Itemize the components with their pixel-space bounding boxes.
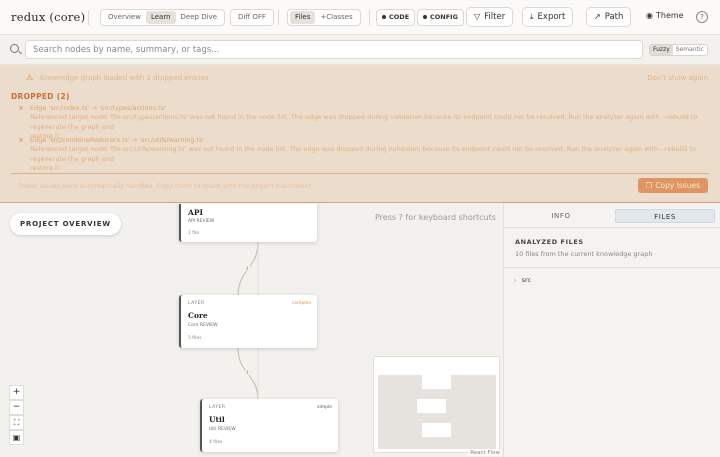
node-name: API <box>188 208 203 217</box>
node-name: Core <box>188 311 208 320</box>
search-mode-fuzzy[interactable]: Fuzzy <box>650 45 673 55</box>
node-subtitle: Util REVIEW <box>209 427 236 432</box>
node-name: Util <box>209 415 225 424</box>
funnel-icon: ▽ <box>474 12 481 21</box>
panel-tabs: INFO FILES <box>504 204 720 228</box>
file-tree-item-src[interactable]: › src <box>514 276 531 284</box>
copy-icon: ❐ <box>645 181 653 190</box>
dropped-heading: DROPPED (2) <box>11 92 70 101</box>
search-bar: Fuzzy Semantic <box>0 35 720 65</box>
help-button[interactable]: ? <box>696 11 708 23</box>
export-button[interactable]: ⤓ Export <box>522 7 574 27</box>
top-toolbar: redux (core) Overview Learn Deep Dive Di… <box>0 0 720 35</box>
diff-toggle[interactable]: Diff OFF <box>230 9 274 26</box>
node-layer: LAYER <box>209 405 226 410</box>
divider <box>88 10 89 25</box>
path-button-label: Path <box>604 12 624 22</box>
issues-footer: These issues were automatically handled.… <box>18 182 313 190</box>
tab-files[interactable]: FILES <box>615 209 715 223</box>
code-toggle-label: CODE <box>389 13 410 21</box>
theme-button[interactable]: ◉ Theme <box>646 11 684 20</box>
view-mode-overview[interactable]: Overview <box>103 11 146 24</box>
issues-heading: Knowledge graph loaded with 2 dropped en… <box>40 74 209 82</box>
search-mode-semantic[interactable]: Semantic <box>673 45 707 55</box>
close-icon: × <box>18 136 24 144</box>
edge-label: 4 <box>245 266 250 271</box>
node-file-count: 5 files <box>188 336 202 341</box>
granularity-files[interactable]: Files <box>290 11 316 24</box>
minimap-node <box>422 375 451 389</box>
theme-button-label: Theme <box>655 11 684 20</box>
palette-icon: ◉ <box>646 11 653 20</box>
download-icon: ⤓ <box>530 12 534 21</box>
config-toggle-label: CONFIG <box>430 13 458 21</box>
divider <box>278 10 279 25</box>
graph-node-core[interactable]: LAYER complex Core Core REVIEW 5 files <box>179 295 317 348</box>
side-panel: INFO FILES ANALYZED FILES 10 files from … <box>503 204 720 457</box>
divider <box>369 10 370 25</box>
tab-info[interactable]: INFO <box>514 209 608 223</box>
minimap-node <box>422 423 451 437</box>
fit-view-button[interactable]: ⛶ <box>9 415 24 430</box>
lock-button[interactable]: ▣ <box>9 430 24 445</box>
divider <box>11 173 709 174</box>
search-icon <box>10 44 19 53</box>
diff-toggle-label: Diff OFF <box>238 13 266 21</box>
issue-title: Edge 'src/combineReducers.ts' → 'src/uti… <box>30 136 205 144</box>
view-mode-deep-dive[interactable]: Deep Dive <box>176 11 222 24</box>
zoom-out-button[interactable]: − <box>9 400 24 415</box>
analyzed-files-title: ANALYZED FILES <box>515 238 584 246</box>
granularity-switcher: Files +Classes <box>287 9 361 26</box>
minimap[interactable] <box>373 356 500 453</box>
warning-icon: ⚠ <box>26 73 34 82</box>
graph-node-util[interactable]: LAYER simple Util Util REVIEW 4 files <box>200 399 338 452</box>
issue-detail: Referenced target node 'file:src/utils/w… <box>30 145 696 172</box>
filter-button[interactable]: ▽ Filter <box>466 7 514 27</box>
granularity-classes[interactable]: +Classes <box>315 11 357 24</box>
edge-label: 4 <box>245 370 250 375</box>
search-input[interactable] <box>25 40 643 59</box>
chevron-right-icon: › <box>514 276 517 284</box>
node-complexity-badge: complex <box>291 301 311 306</box>
view-mode-learn[interactable]: Learn <box>145 11 176 24</box>
search-mode-toggle: Fuzzy Semantic <box>649 44 708 56</box>
node-layer: LAYER <box>188 301 205 306</box>
minimap-node <box>417 399 446 413</box>
analyzed-files-subtitle: 10 files from the current knowledge grap… <box>515 250 653 258</box>
copy-issues-button[interactable]: ❐ Copy Issues <box>637 178 708 193</box>
node-complexity-badge: simple <box>317 405 332 410</box>
dot-icon <box>423 15 427 19</box>
node-subtitle: API REVIEW <box>188 219 215 224</box>
react-flow-attribution[interactable]: React Flow <box>468 450 502 456</box>
node-subtitle: Core REVIEW <box>188 323 218 328</box>
filter-button-label: Filter <box>484 12 506 22</box>
project-title: redux (core) <box>11 10 86 24</box>
issues-banner: ⚠ Knowledge graph loaded with 2 dropped … <box>0 65 720 203</box>
view-mode-switcher: Overview Learn Deep Dive <box>100 9 226 26</box>
file-tree-label: src <box>521 276 532 284</box>
code-toggle[interactable]: CODE <box>376 9 416 26</box>
config-toggle[interactable]: CONFIG <box>417 9 464 26</box>
dot-icon <box>382 15 386 19</box>
dismiss-issues-link[interactable]: Don't show again <box>647 74 708 82</box>
issue-title: Edge 'src/index.ts' → 'src/types/actions… <box>30 104 166 112</box>
keyboard-hint: Press ? for keyboard shortcuts <box>375 213 496 222</box>
close-icon: × <box>18 104 24 112</box>
project-overview-button[interactable]: PROJECT OVERVIEW <box>10 213 121 235</box>
graph-node-api[interactable]: API API REVIEW 1 file <box>179 204 317 242</box>
export-button-label: Export <box>537 12 566 22</box>
trend-arrow-icon: ↗ <box>594 12 601 21</box>
copy-issues-label: Copy Issues <box>655 181 700 190</box>
node-file-count: 1 file <box>188 231 200 236</box>
node-file-count: 4 files <box>209 440 223 445</box>
path-button[interactable]: ↗ Path <box>586 7 632 27</box>
zoom-in-button[interactable]: + <box>9 385 24 400</box>
graph-canvas[interactable]: PROJECT OVERVIEW Press ? for keyboard sh… <box>0 204 503 457</box>
divider <box>504 267 720 268</box>
